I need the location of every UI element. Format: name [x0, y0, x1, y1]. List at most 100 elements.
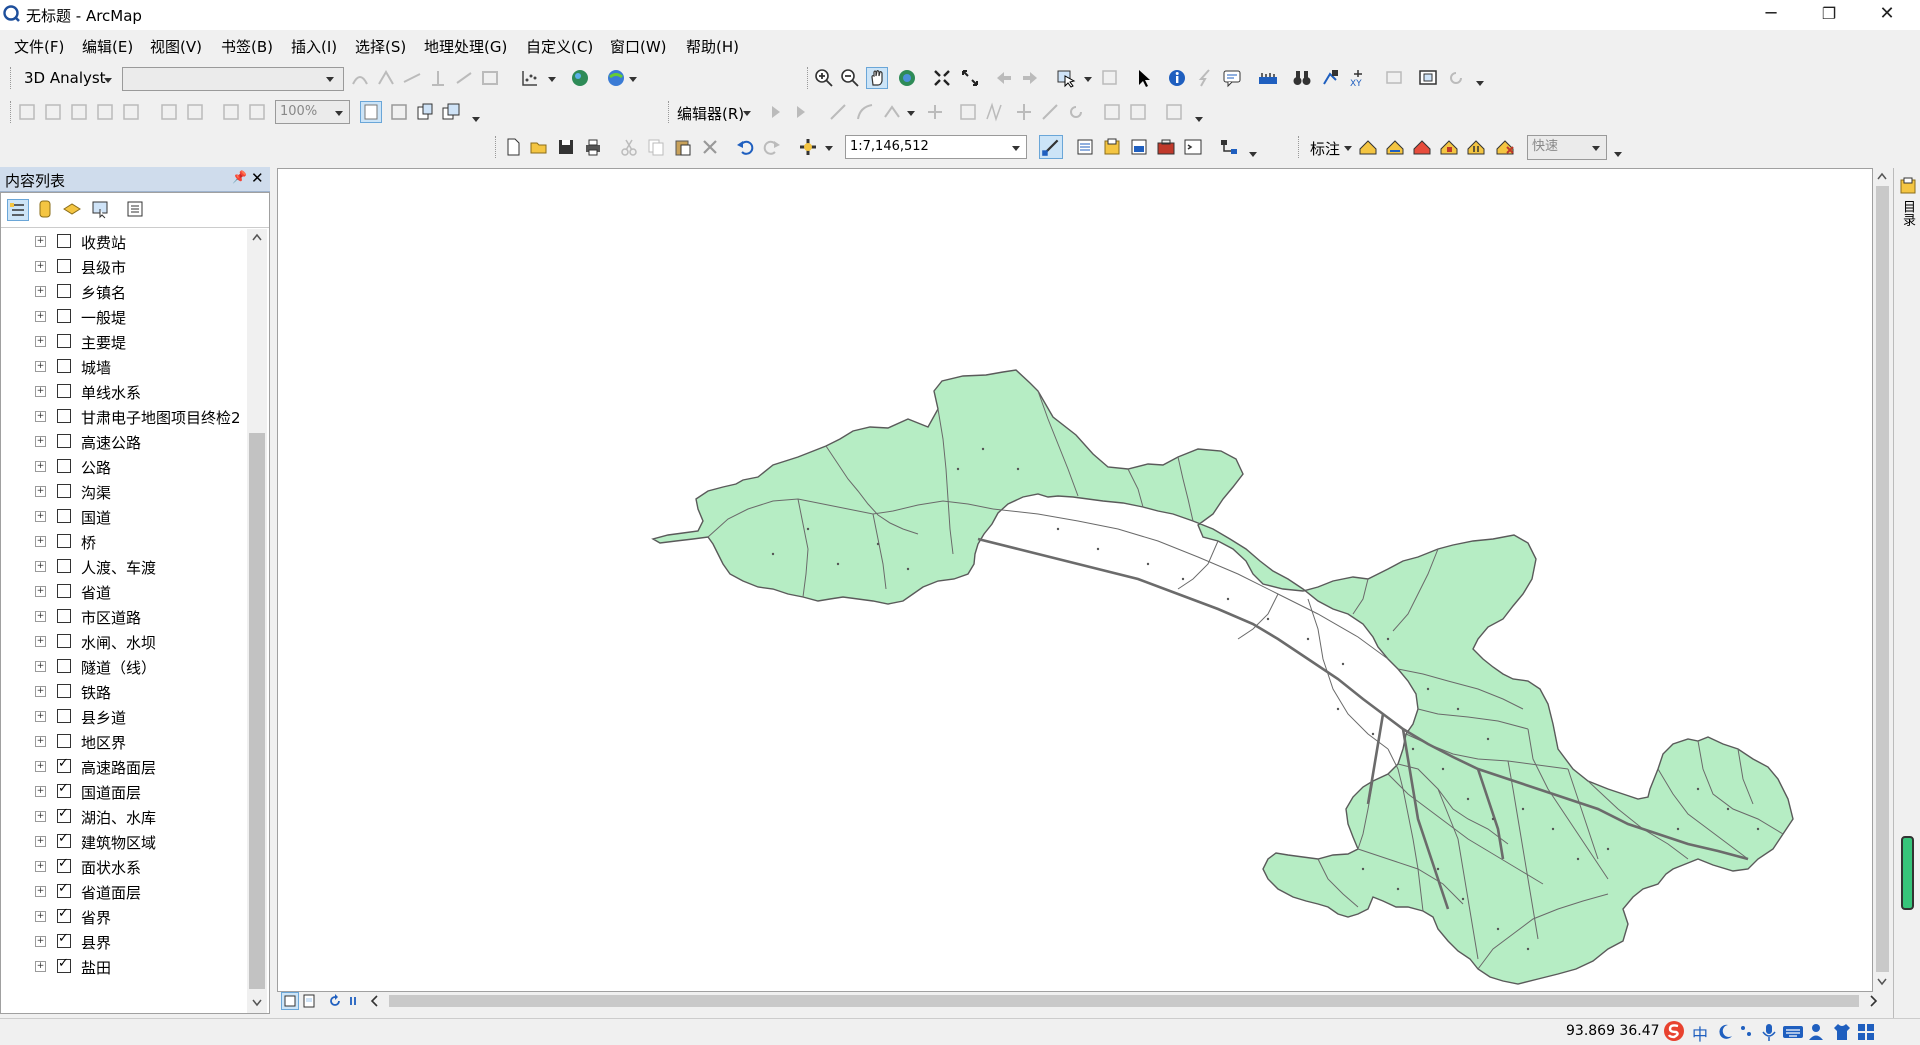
expand-toggle[interactable]: + [35, 611, 46, 622]
catalog-tab-icon[interactable] [1898, 176, 1918, 196]
layer-row-高速公路[interactable]: + 高速公路 [1, 429, 247, 454]
contour-icon[interactable] [350, 68, 370, 88]
profile-graph-icon[interactable] [480, 68, 500, 88]
editor-toolbar-toggle-icon[interactable] [1039, 135, 1063, 159]
copy-icon[interactable] [646, 137, 666, 157]
zoom-in-icon[interactable] [814, 68, 834, 88]
layer-label[interactable]: 隧道（线） [81, 657, 156, 678]
layer-row-城墙[interactable]: + 城墙 [1, 354, 247, 379]
layer-row-隧道线[interactable]: + 隧道（线） [1, 654, 247, 679]
identify-icon[interactable] [1167, 68, 1187, 88]
layout-pan-icon[interactable] [69, 102, 89, 122]
layer-row-乡镇名[interactable]: + 乡镇名 [1, 279, 247, 304]
expand-toggle[interactable]: + [35, 636, 46, 647]
menu-selection[interactable]: 选择(S) [355, 36, 406, 57]
view-unplaced-labels-icon[interactable] [1495, 137, 1515, 157]
chevron-down-icon[interactable] [629, 77, 637, 82]
map-hscroll-thumb[interactable] [389, 995, 1859, 1007]
layer-row-湖泊水库[interactable]: + 湖泊、水库 [1, 804, 247, 829]
layer-visibility-checkbox[interactable] [57, 584, 71, 598]
next-extent-layout-icon[interactable] [247, 102, 267, 122]
menu-edit[interactable]: 编辑(E) [82, 36, 133, 57]
layer-label[interactable]: 城墙 [81, 357, 111, 378]
layer-visibility-checkbox[interactable] [57, 334, 71, 348]
expand-toggle[interactable]: + [35, 261, 46, 272]
catalog-tab-label[interactable]: 目录 [1899, 200, 1915, 226]
menu-windows[interactable]: 窗口(W) [610, 36, 667, 57]
list-by-drawing-order-icon[interactable] [7, 199, 29, 221]
toolbar-grip[interactable] [495, 136, 499, 158]
list-by-visibility-icon[interactable] [62, 199, 82, 219]
labeling-menu[interactable]: 标注 [1310, 138, 1340, 159]
layer-label[interactable]: 省界 [81, 907, 111, 928]
layer-row-国道面层[interactable]: + 国道面层 [1, 779, 247, 804]
layer-label[interactable]: 桥 [81, 532, 96, 553]
layer-label[interactable]: 收费站 [81, 232, 126, 253]
layer-label[interactable]: 铁路 [81, 682, 111, 703]
chevron-down-icon[interactable] [1592, 146, 1600, 151]
arctoolbox-icon[interactable] [1156, 137, 1176, 157]
layer-label[interactable]: 国道面层 [81, 782, 141, 803]
layer-visibility-checkbox[interactable] [57, 534, 71, 548]
ime-user-icon[interactable] [1808, 1022, 1828, 1042]
arcglobe-icon[interactable] [606, 68, 626, 88]
undo-icon[interactable] [735, 137, 755, 157]
layer-row-盐田[interactable]: + 盐田 [1, 954, 247, 979]
create-features-icon[interactable] [1164, 102, 1184, 122]
layer-visibility-checkbox[interactable] [57, 684, 71, 698]
save-icon[interactable] [556, 137, 576, 157]
layer-visibility-checkbox[interactable] [57, 831, 71, 848]
layer-visibility-checkbox[interactable] [57, 409, 71, 423]
expand-toggle[interactable]: + [35, 411, 46, 422]
catalog-window-icon[interactable] [1102, 137, 1122, 157]
layer-visibility-checkbox[interactable] [57, 956, 71, 973]
print-icon[interactable] [583, 137, 603, 157]
close-icon[interactable]: ✕ [251, 169, 264, 187]
layer-row-单线水系[interactable]: + 单线水系 [1, 379, 247, 404]
ime-keyboard-icon[interactable] [1782, 1024, 1804, 1040]
scatter-plot-icon[interactable] [520, 68, 540, 88]
3d-analyst-menu[interactable]: 3D Analyst [24, 69, 106, 87]
pause-labeling-icon[interactable] [1466, 137, 1486, 157]
layer-label[interactable]: 单线水系 [81, 382, 141, 403]
layer-row-省道面层[interactable]: + 省道面层 [1, 879, 247, 904]
menu-bookmarks[interactable]: 书签(B) [221, 36, 273, 57]
layer-row-桥[interactable]: + 桥 [1, 529, 247, 554]
layer-row-面状水系[interactable]: + 面状水系 [1, 854, 247, 879]
hyperlink-icon[interactable] [1195, 68, 1215, 88]
toc-scroll-thumb[interactable] [249, 433, 265, 989]
expand-toggle[interactable]: + [35, 936, 46, 947]
interpolate-line-icon[interactable] [454, 68, 474, 88]
scroll-up-arrow-icon[interactable] [1877, 172, 1887, 180]
layer-visibility-checkbox[interactable] [57, 659, 71, 673]
ime-fullwidth-moon-icon[interactable] [1716, 1023, 1734, 1041]
full-extent-globe-icon[interactable] [897, 68, 917, 88]
expand-toggle[interactable]: + [35, 511, 46, 522]
chevron-down-icon[interactable] [1012, 146, 1020, 151]
trace-icon[interactable] [882, 102, 902, 122]
python-window-icon[interactable] [1183, 137, 1203, 157]
expand-toggle[interactable]: + [35, 761, 46, 772]
layer-label[interactable]: 人渡、车渡 [81, 557, 156, 578]
layer-combo[interactable] [122, 67, 344, 91]
fixed-zoom-in-icon[interactable] [932, 68, 952, 88]
refresh-disabled-icon[interactable] [1446, 68, 1466, 88]
toolbar-overflow-icon[interactable] [1476, 81, 1484, 86]
zoom-whole-page-icon[interactable] [95, 102, 115, 122]
maximize-button[interactable]: ❐ [1800, 0, 1858, 30]
layer-row-人渡车渡[interactable]: + 人渡、车渡 [1, 554, 247, 579]
expand-toggle[interactable]: + [35, 336, 46, 347]
expand-toggle[interactable]: + [35, 286, 46, 297]
layer-row-县界[interactable]: + 县界 [1, 929, 247, 954]
fixed-zoom-out-icon[interactable] [960, 68, 980, 88]
chevron-down-icon[interactable] [743, 111, 751, 116]
previous-extent-layout-icon[interactable] [221, 102, 241, 122]
layer-label[interactable]: 省道 [81, 582, 111, 603]
new-document-icon[interactable] [503, 137, 523, 157]
layer-visibility-checkbox[interactable] [57, 559, 71, 573]
ime-punctuation-icon[interactable] [1738, 1023, 1756, 1041]
pin-icon[interactable]: 📌 [232, 170, 247, 184]
expand-toggle[interactable]: + [35, 561, 46, 572]
layer-row-省道[interactable]: + 省道 [1, 579, 247, 604]
layer-label[interactable]: 县级市 [81, 257, 126, 278]
